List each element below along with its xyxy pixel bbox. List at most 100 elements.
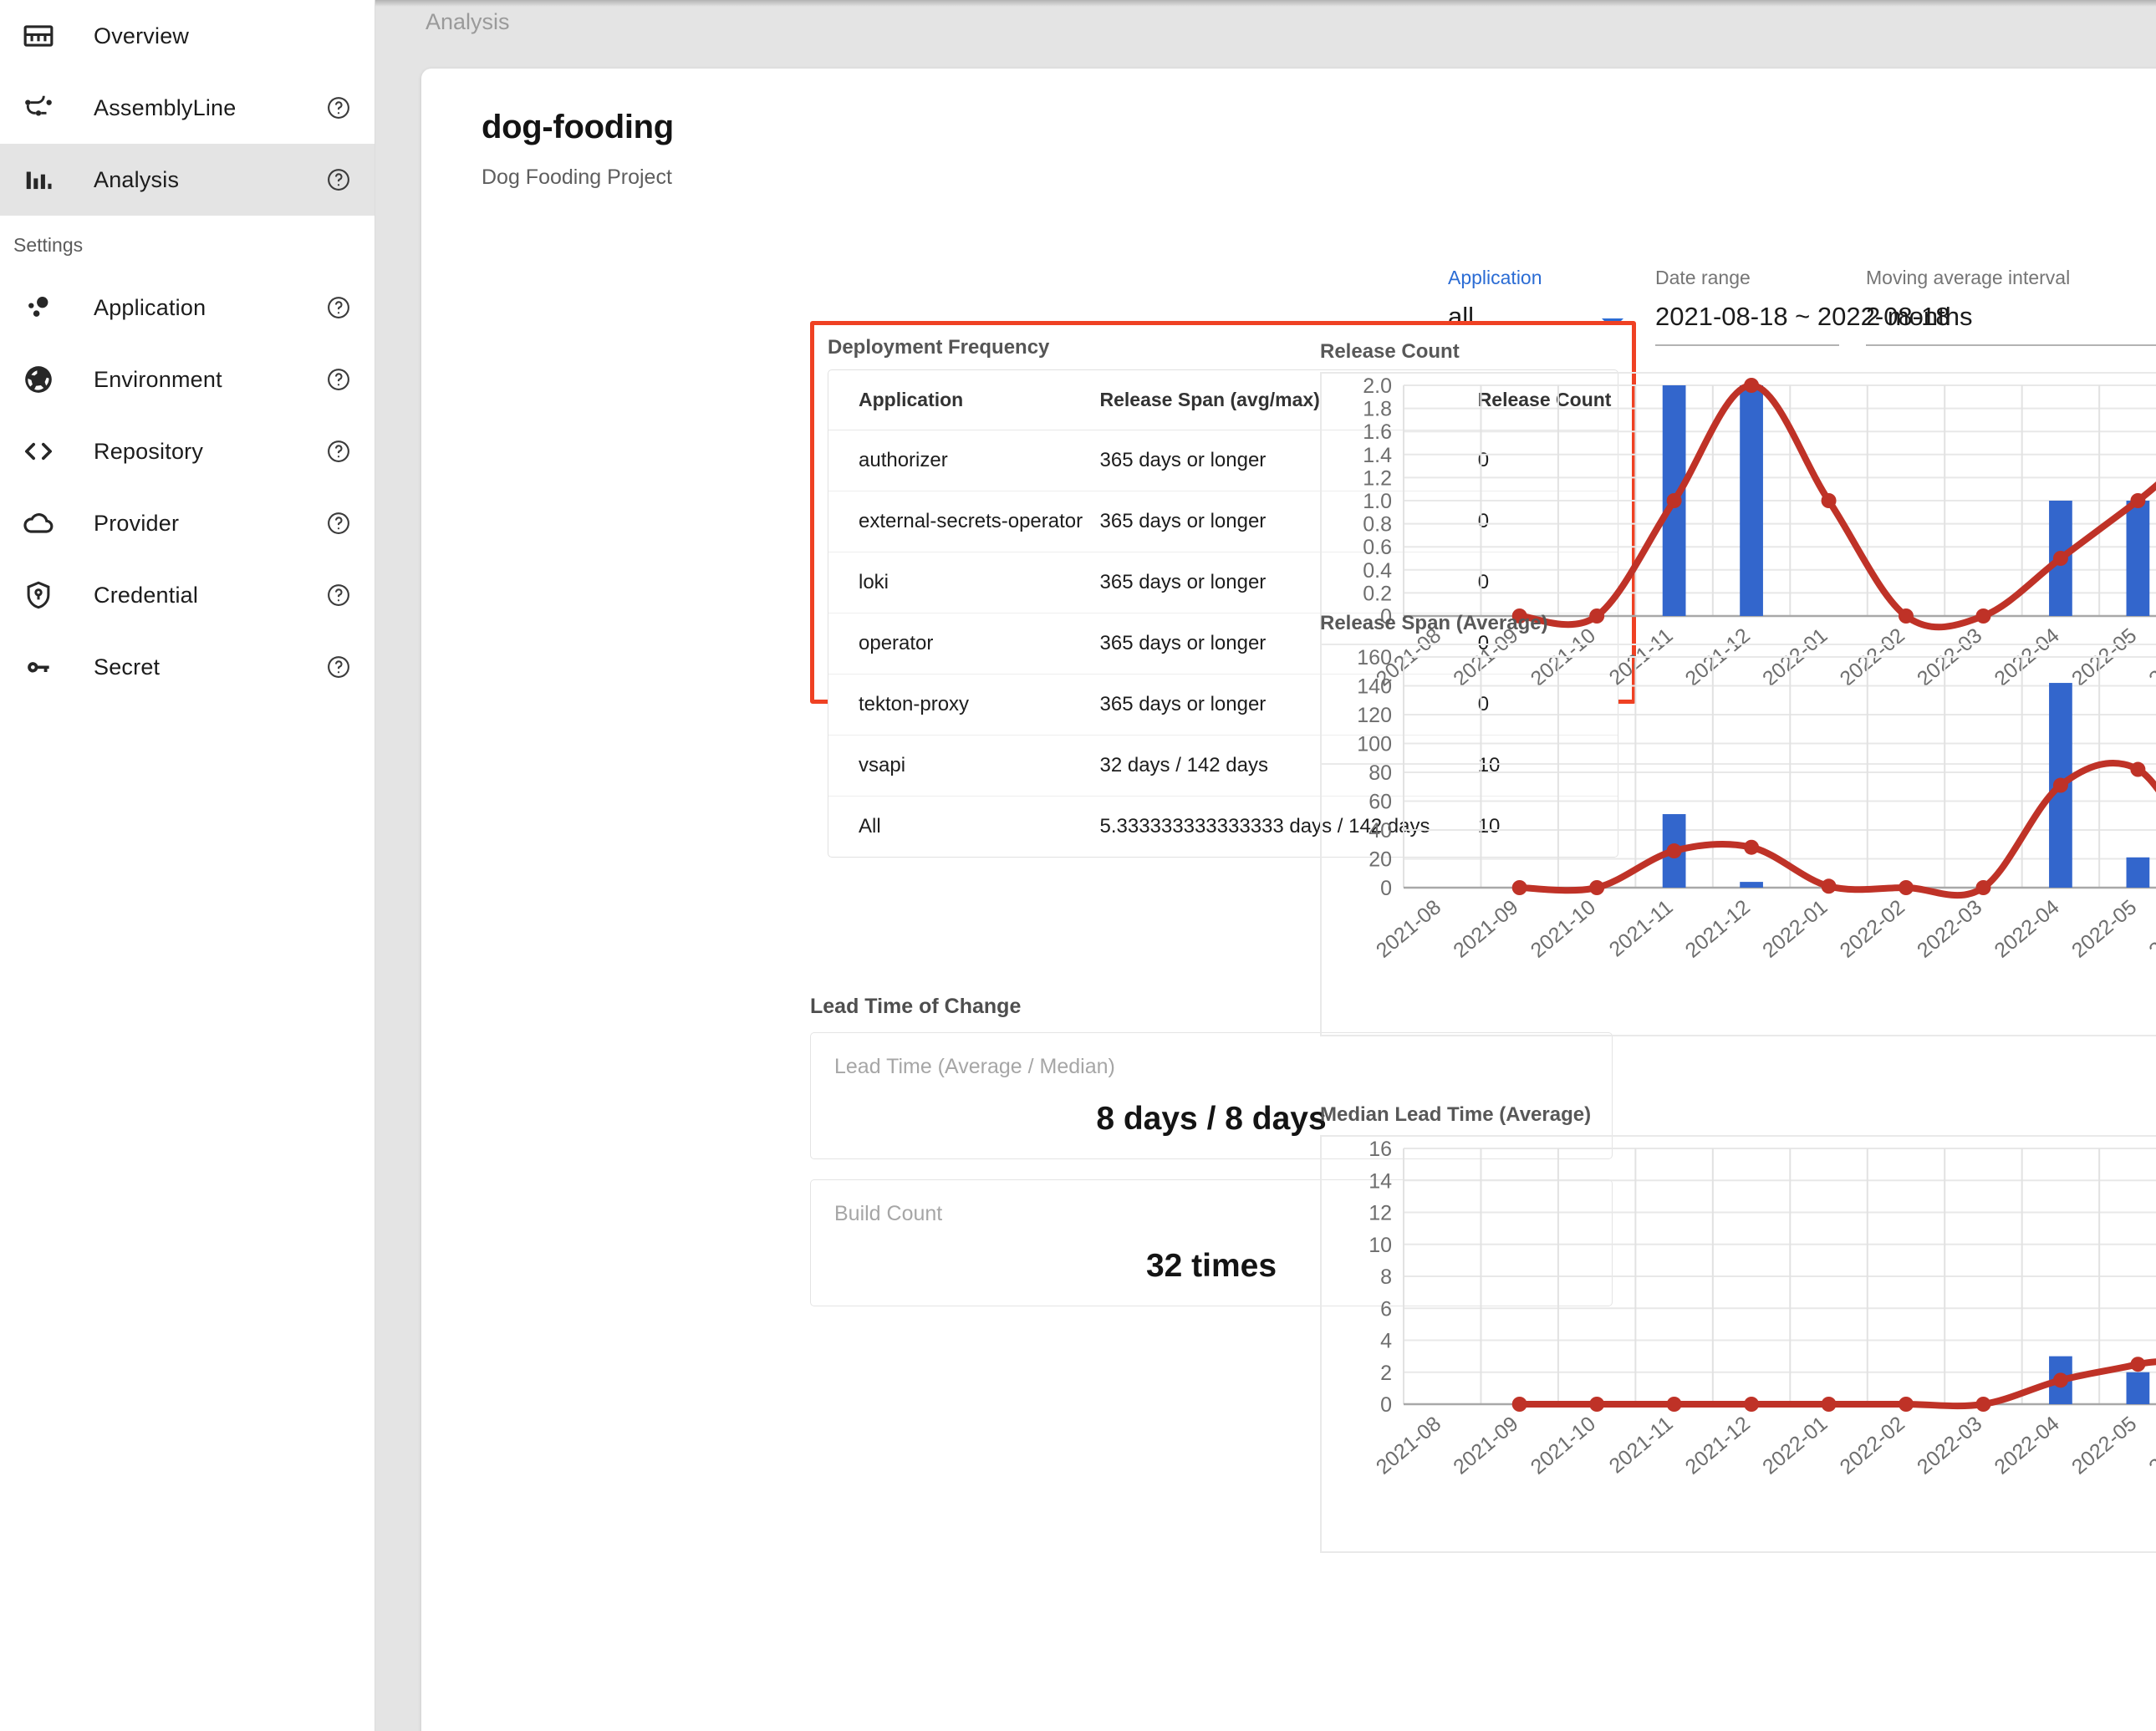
sidebar-item-provider[interactable]: Provider — [0, 487, 375, 559]
help-icon[interactable] — [326, 583, 351, 608]
svg-text:2022-06: 2022-06 — [2144, 1412, 2156, 1479]
help-icon[interactable] — [326, 511, 351, 536]
sidebar-item-label: Application — [94, 294, 206, 320]
header-shadow — [375, 0, 2156, 7]
svg-text:20: 20 — [1369, 848, 1392, 872]
sidebar-item-label: AssemblyLine — [94, 94, 237, 120]
svg-text:2021-09: 2021-09 — [1449, 1412, 1522, 1479]
help-icon[interactable] — [326, 367, 351, 392]
svg-text:120: 120 — [1357, 704, 1392, 727]
cell-application: tekton-proxy — [828, 674, 1100, 736]
svg-text:2: 2 — [1380, 1362, 1392, 1385]
svg-text:1.0: 1.0 — [1363, 490, 1392, 513]
sidebar-item-label: Repository — [94, 438, 204, 464]
cell-application: operator — [828, 613, 1100, 675]
cell-application: All — [859, 815, 881, 837]
svg-text:1.2: 1.2 — [1363, 466, 1392, 490]
sidebar-item-application[interactable]: Application — [0, 272, 375, 344]
svg-text:0.8: 0.8 — [1363, 513, 1392, 537]
code-brackets-icon — [12, 435, 65, 468]
help-icon[interactable] — [326, 439, 351, 464]
svg-text:16: 16 — [1369, 1138, 1392, 1161]
sidebar-item-label: Credential — [94, 582, 199, 608]
help-icon[interactable] — [326, 654, 351, 680]
sidebar-item-label: Analysis — [94, 166, 180, 192]
svg-text:14: 14 — [1369, 1169, 1392, 1193]
page-subtitle: Dog Fooding Project — [482, 165, 672, 189]
svg-text:2022-01: 2022-01 — [1758, 895, 1832, 962]
svg-text:10: 10 — [1369, 1234, 1392, 1257]
cell-application: vsapi — [828, 735, 1100, 797]
analysis-card: dog-fooding Dog Fooding Project Applicat… — [421, 69, 2156, 1731]
release-span-chart-title: Release Span (Average) — [1320, 612, 1548, 634]
cell-application: loki — [828, 552, 1100, 613]
svg-text:2022-02: 2022-02 — [1836, 1412, 1909, 1479]
svg-text:2022-02: 2022-02 — [1836, 895, 1909, 962]
svg-text:1.4: 1.4 — [1363, 444, 1392, 467]
release-count-chart-title: Release Count — [1320, 340, 1460, 363]
application-filter-label: Application — [1448, 267, 1542, 288]
svg-text:2021-12: 2021-12 — [1681, 1412, 1755, 1479]
svg-text:1.8: 1.8 — [1363, 398, 1392, 421]
svg-text:0.6: 0.6 — [1363, 536, 1392, 559]
application-icon — [12, 292, 65, 323]
lead-time-stat-label: Lead Time (Average / Median) — [834, 1055, 1115, 1078]
svg-text:2022-05: 2022-05 — [2067, 895, 2141, 962]
median-lead-time-chart-title: Median Lead Time (Average) — [1320, 1103, 1592, 1126]
sidebar-section-settings: Settings — [13, 234, 84, 256]
svg-text:2021-12: 2021-12 — [1681, 895, 1755, 962]
svg-text:60: 60 — [1369, 791, 1392, 814]
sidebar-item-credential[interactable]: Credential — [0, 559, 375, 631]
moving-average-filter-label: Moving average interval — [1866, 267, 2071, 288]
sidebar-item-label: Secret — [94, 654, 161, 680]
median-lead-time-chart-block: Median Lead Time (Average) 0 2 4 6 8 10 12 14 16… — [1320, 1103, 2156, 1553]
svg-text:2021-09: 2021-09 — [1449, 895, 1522, 962]
release-span-chart-area[interactable]: 0 20 40 60 80 100 120 140 160 2021-08 2021-09 2021-… — [1320, 644, 2156, 1036]
svg-text:2021-11: 2021-11 — [1605, 1412, 1678, 1478]
sidebar-item-assemblyline[interactable]: AssemblyLine — [0, 72, 375, 144]
svg-text:2021-10: 2021-10 — [1527, 895, 1600, 962]
bar-chart-icon — [12, 164, 65, 196]
svg-text:2022-06: 2022-06 — [2144, 895, 2156, 962]
svg-text:2021-10: 2021-10 — [1527, 1412, 1600, 1479]
moving-average-filter[interactable]: Moving average interval 2 months — [1866, 267, 2156, 346]
svg-text:1.6: 1.6 — [1363, 420, 1392, 444]
release-span-chart-block: Release Span (Average) 0 20 40 60 80 100 120 14… — [1320, 612, 2156, 1036]
cloud-icon — [12, 507, 65, 540]
svg-text:2022-01: 2022-01 — [1758, 1412, 1832, 1479]
main-content: Analysis dog-fooding Dog Fooding Project… — [375, 0, 2156, 1731]
svg-text:0: 0 — [1380, 877, 1392, 900]
svg-text:100: 100 — [1357, 733, 1392, 756]
svg-text:2021-08: 2021-08 — [1372, 895, 1445, 962]
app-root: Overview AssemblyLine Analysis Settings … — [0, 0, 2156, 1731]
svg-text:2021-08: 2021-08 — [1372, 1412, 1445, 1479]
sidebar-item-label: Provider — [94, 510, 180, 536]
date-range-filter-value: 2021-08-18 ~ 2022-08-18 — [1655, 302, 1950, 331]
date-range-filter-label: Date range — [1655, 267, 1751, 288]
help-icon[interactable] — [326, 295, 351, 320]
svg-text:0: 0 — [1380, 1393, 1392, 1417]
sidebar-item-repository[interactable]: Repository — [0, 415, 375, 487]
date-range-filter[interactable]: Date range 2021-08-18 ~ 2022-08-18 — [1655, 267, 1950, 346]
sidebar-item-overview[interactable]: Overview — [0, 0, 375, 72]
key-icon — [12, 650, 65, 684]
assemblyline-icon — [12, 92, 65, 124]
svg-text:40: 40 — [1369, 819, 1392, 843]
svg-text:12: 12 — [1369, 1202, 1392, 1225]
median-lead-time-chart-area[interactable]: 0 2 4 6 8 10 12 14 16 2021-08 2021-09 2021-10 2021-1… — [1320, 1135, 2156, 1553]
help-icon[interactable] — [326, 167, 351, 192]
svg-text:4: 4 — [1380, 1330, 1392, 1353]
overview-icon — [12, 20, 65, 52]
sidebar-item-analysis[interactable]: Analysis — [0, 144, 375, 216]
svg-text:2022-03: 2022-03 — [1913, 1412, 1986, 1479]
help-icon[interactable] — [326, 95, 351, 120]
shield-lock-icon — [12, 579, 65, 611]
svg-text:0.4: 0.4 — [1363, 559, 1392, 583]
breadcrumb: Analysis — [426, 9, 510, 34]
sidebar-item-label: Overview — [94, 23, 190, 48]
sidebar: Overview AssemblyLine Analysis Settings … — [0, 0, 375, 1731]
sidebar-item-secret[interactable]: Secret — [0, 631, 375, 703]
sidebar-item-environment[interactable]: Environment — [0, 344, 375, 415]
sidebar-item-label: Environment — [94, 366, 222, 392]
svg-text:160: 160 — [1357, 646, 1392, 669]
